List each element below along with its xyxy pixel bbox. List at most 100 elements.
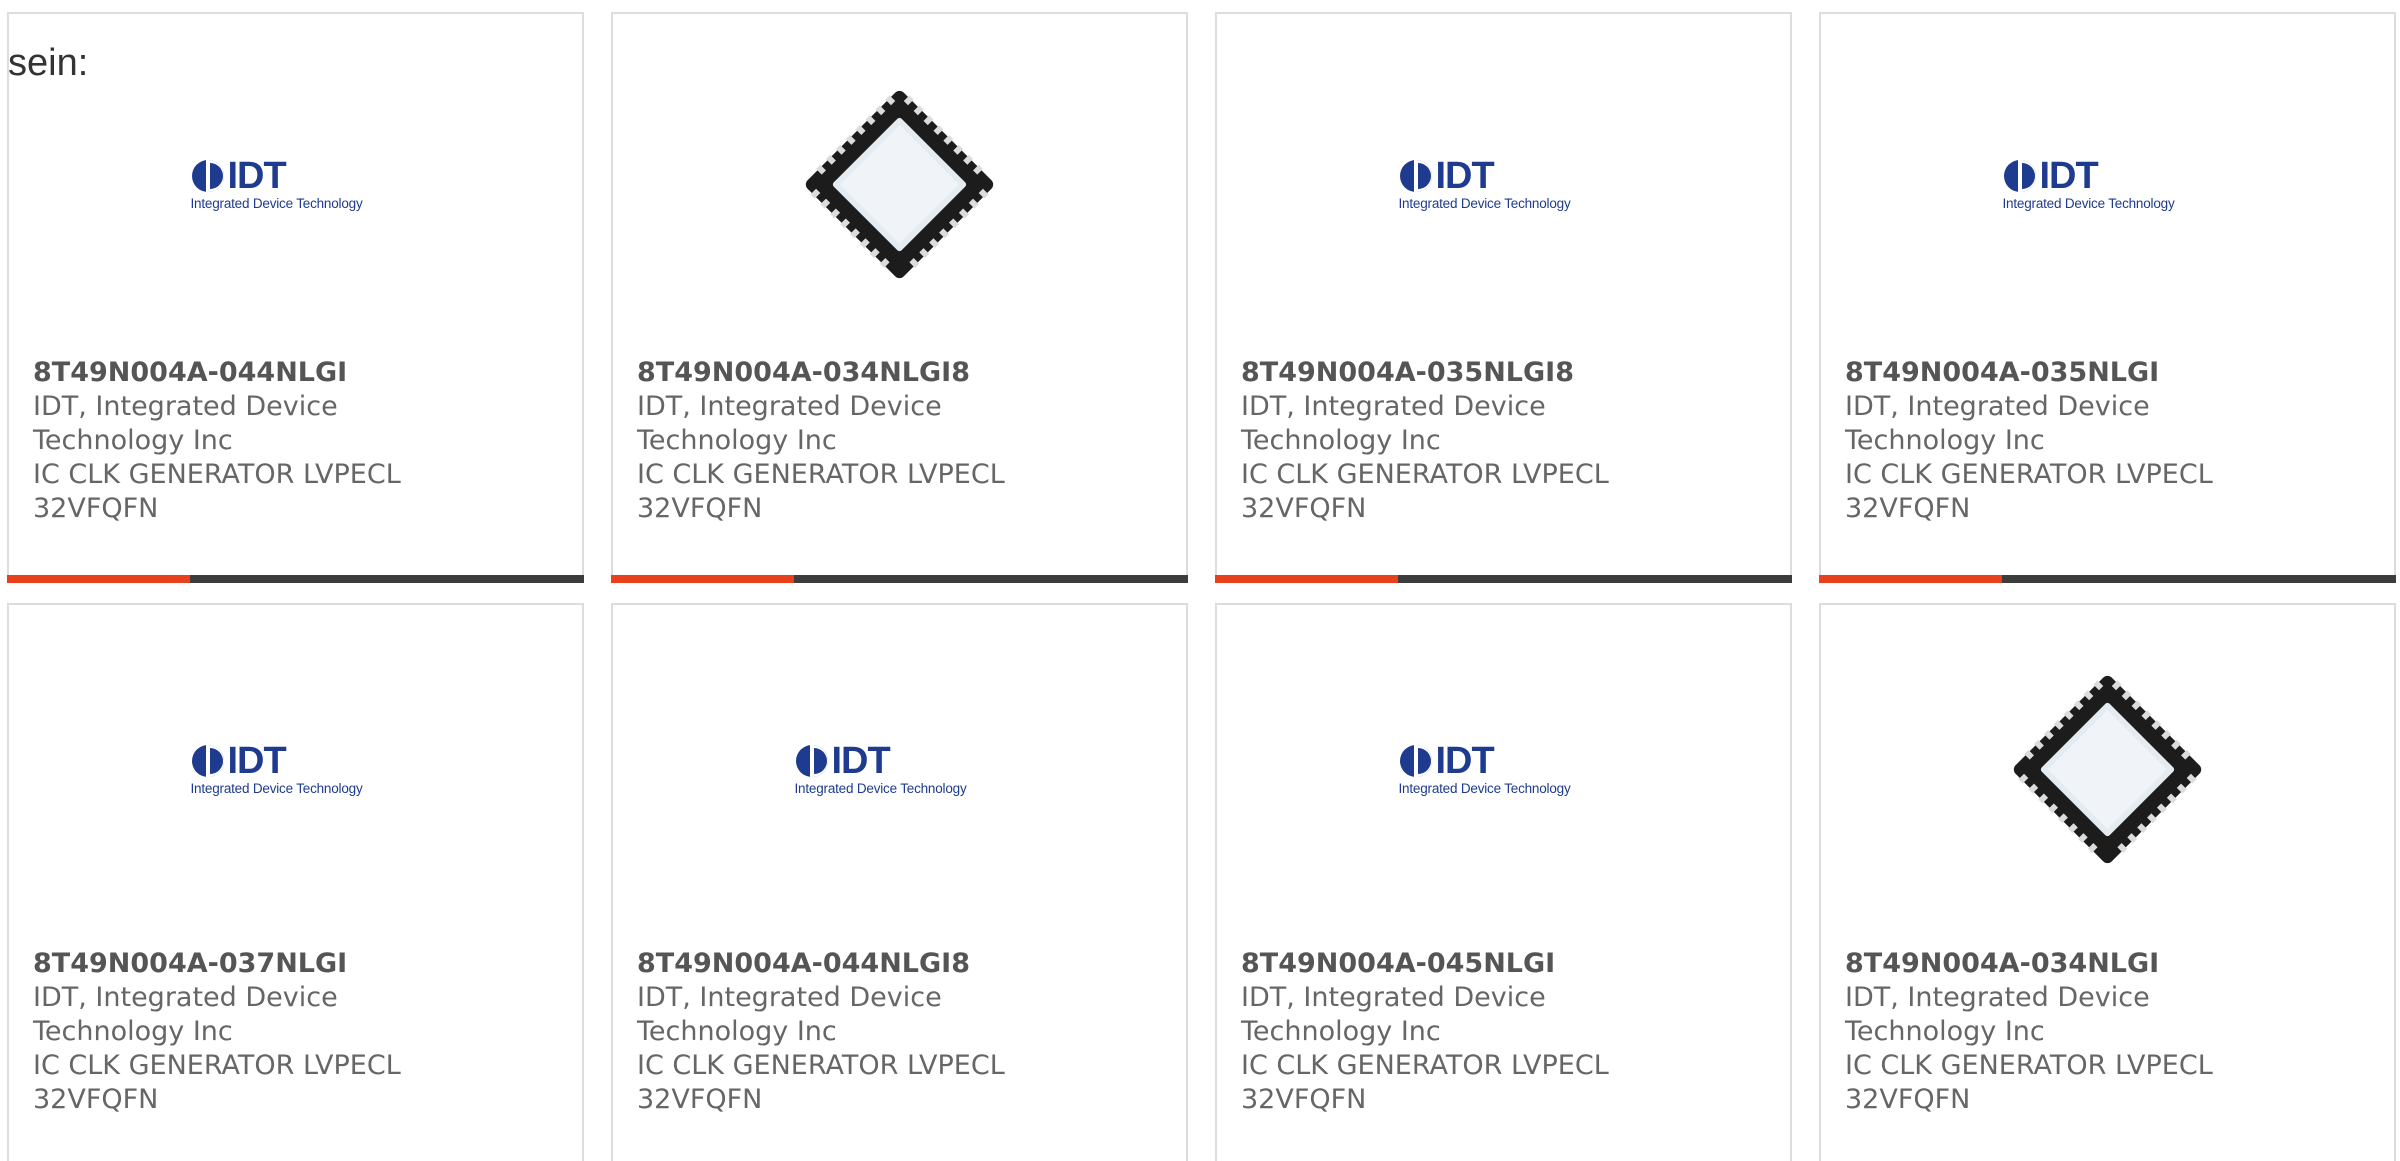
idt-logo-mark-icon <box>1399 744 1432 777</box>
package: 32VFQFN <box>33 493 159 524</box>
part-number[interactable]: 8T49N004A-045NLGI <box>1241 947 1770 981</box>
logo-tagline: Integrated Device Technology <box>190 780 363 796</box>
manufacturer-line1: IDT, Integrated Device <box>1845 982 2150 1013</box>
part-number[interactable]: 8T49N004A-035NLGI <box>1845 356 2374 390</box>
product-info: 8T49N004A-035NLGI8 IDT, Integrated Devic… <box>1241 356 1770 526</box>
manufacturer-line2: Technology Inc <box>637 425 837 456</box>
card-bottom-bar <box>1819 575 2396 583</box>
description: IC CLK GENERATOR LVPECL <box>1845 1050 2213 1081</box>
card-bottom-bar <box>7 575 584 583</box>
logo-tagline: Integrated Device Technology <box>1398 780 1571 796</box>
logo-word: IDT <box>2039 154 2099 197</box>
package: 32VFQFN <box>33 1084 159 1115</box>
manufacturer-line2: Technology Inc <box>33 425 233 456</box>
idt-logo-mark-icon <box>191 744 224 777</box>
manufacturer-line2: Technology Inc <box>1241 1016 1441 1047</box>
card-accent <box>611 575 794 583</box>
product-info: 8T49N004A-034NLGI8 IDT, Integrated Devic… <box>637 356 1166 526</box>
package: 32VFQFN <box>1845 493 1971 524</box>
description: IC CLK GENERATOR LVPECL <box>1241 1050 1609 1081</box>
logo-word: IDT <box>227 154 287 197</box>
logo-tagline: Integrated Device Technology <box>190 195 363 211</box>
package: 32VFQFN <box>637 493 763 524</box>
part-number[interactable]: 8T49N004A-034NLGI8 <box>637 356 1166 390</box>
product-image[interactable]: IDT Integrated Device Technology <box>9 64 582 304</box>
product-info: 8T49N004A-045NLGI IDT, Integrated Device… <box>1241 947 1770 1117</box>
description: IC CLK GENERATOR LVPECL <box>637 459 1005 490</box>
product-info: 8T49N004A-035NLGI IDT, Integrated Device… <box>1845 356 2374 526</box>
product-image[interactable]: IDT Integrated Device Technology <box>9 649 582 889</box>
idt-logo-mark-icon <box>1399 159 1432 192</box>
description: IC CLK GENERATOR LVPECL <box>1845 459 2213 490</box>
card-accent <box>7 575 190 583</box>
product-grid-page: sein: IDT Integrated Device Technology 8… <box>0 0 2400 1161</box>
product-card[interactable]: 8T49N004A-034NLGI IDT, Integrated Device… <box>1819 603 2396 1161</box>
package: 32VFQFN <box>1241 493 1367 524</box>
idt-logo-mark-icon <box>2003 159 2036 192</box>
description: IC CLK GENERATOR LVPECL <box>1241 459 1609 490</box>
part-number[interactable]: 8T49N004A-044NLGI <box>33 356 562 390</box>
product-image[interactable]: IDT Integrated Device Technology <box>1217 649 1790 889</box>
product-card[interactable]: IDT Integrated Device Technology 8T49N00… <box>7 603 584 1161</box>
manufacturer-line2: Technology Inc <box>1845 1016 2045 1047</box>
manufacturer-line1: IDT, Integrated Device <box>1845 391 2150 422</box>
product-image[interactable]: IDT Integrated Device Technology <box>1217 64 1790 304</box>
manufacturer-line1: IDT, Integrated Device <box>1241 391 1546 422</box>
manufacturer-line1: IDT, Integrated Device <box>33 391 338 422</box>
product-image[interactable]: IDT Integrated Device Technology <box>1821 64 2394 304</box>
product-card[interactable]: IDT Integrated Device Technology 8T49N00… <box>1215 603 1792 1161</box>
package: 32VFQFN <box>1241 1084 1367 1115</box>
part-number[interactable]: 8T49N004A-034NLGI <box>1845 947 2374 981</box>
idt-logo: IDT Integrated Device Technology <box>1398 739 1609 796</box>
logo-word: IDT <box>227 739 287 782</box>
description: IC CLK GENERATOR LVPECL <box>33 459 401 490</box>
idt-logo: IDT Integrated Device Technology <box>794 739 1005 796</box>
product-info: 8T49N004A-034NLGI IDT, Integrated Device… <box>1845 947 2374 1117</box>
package: 32VFQFN <box>637 1084 763 1115</box>
product-card[interactable]: IDT Integrated Device Technology 8T49N00… <box>611 603 1188 1161</box>
manufacturer-line2: Technology Inc <box>33 1016 233 1047</box>
part-number[interactable]: 8T49N004A-044NLGI8 <box>637 947 1166 981</box>
part-number[interactable]: 8T49N004A-035NLGI8 <box>1241 356 1770 390</box>
manufacturer-line2: Technology Inc <box>637 1016 837 1047</box>
product-info: 8T49N004A-044NLGI8 IDT, Integrated Devic… <box>637 947 1166 1117</box>
logo-tagline: Integrated Device Technology <box>2002 195 2175 211</box>
manufacturer-line1: IDT, Integrated Device <box>1241 982 1546 1013</box>
card-accent <box>1215 575 1398 583</box>
logo-word: IDT <box>1435 739 1495 782</box>
product-image[interactable]: IDT Integrated Device Technology <box>613 649 1186 889</box>
manufacturer-line1: IDT, Integrated Device <box>637 982 942 1013</box>
logo-tagline: Integrated Device Technology <box>794 780 967 796</box>
idt-logo: IDT Integrated Device Technology <box>190 154 401 211</box>
idt-logo: IDT Integrated Device Technology <box>2002 154 2213 211</box>
description: IC CLK GENERATOR LVPECL <box>33 1050 401 1081</box>
product-card[interactable]: IDT Integrated Device Technology 8T49N00… <box>7 12 584 583</box>
product-image[interactable] <box>613 64 1186 304</box>
product-image[interactable] <box>1821 649 2394 889</box>
logo-word: IDT <box>1435 154 1495 197</box>
idt-logo: IDT Integrated Device Technology <box>190 739 401 796</box>
qfn-chip-icon <box>805 90 994 278</box>
product-info: 8T49N004A-037NLGI IDT, Integrated Device… <box>33 947 562 1117</box>
logo-tagline: Integrated Device Technology <box>1398 195 1571 211</box>
manufacturer-line1: IDT, Integrated Device <box>33 982 338 1013</box>
product-card[interactable]: 8T49N004A-034NLGI8 IDT, Integrated Devic… <box>611 12 1188 583</box>
description: IC CLK GENERATOR LVPECL <box>637 1050 1005 1081</box>
card-accent <box>1819 575 2002 583</box>
manufacturer-line2: Technology Inc <box>1845 425 2045 456</box>
card-bottom-bar <box>611 575 1188 583</box>
manufacturer-line2: Technology Inc <box>1241 425 1441 456</box>
card-bottom-bar <box>1215 575 1792 583</box>
product-info: 8T49N004A-044NLGI IDT, Integrated Device… <box>33 356 562 526</box>
idt-logo-mark-icon <box>191 159 224 192</box>
logo-word: IDT <box>831 739 891 782</box>
package: 32VFQFN <box>1845 1084 1971 1115</box>
qfn-chip-icon <box>2013 675 2202 863</box>
manufacturer-line1: IDT, Integrated Device <box>637 391 942 422</box>
product-card[interactable]: IDT Integrated Device Technology 8T49N00… <box>1215 12 1792 583</box>
idt-logo-mark-icon <box>795 744 828 777</box>
part-number[interactable]: 8T49N004A-037NLGI <box>33 947 562 981</box>
product-card[interactable]: IDT Integrated Device Technology 8T49N00… <box>1819 12 2396 583</box>
intro-text: sein: <box>8 42 89 84</box>
idt-logo: IDT Integrated Device Technology <box>1398 154 1609 211</box>
